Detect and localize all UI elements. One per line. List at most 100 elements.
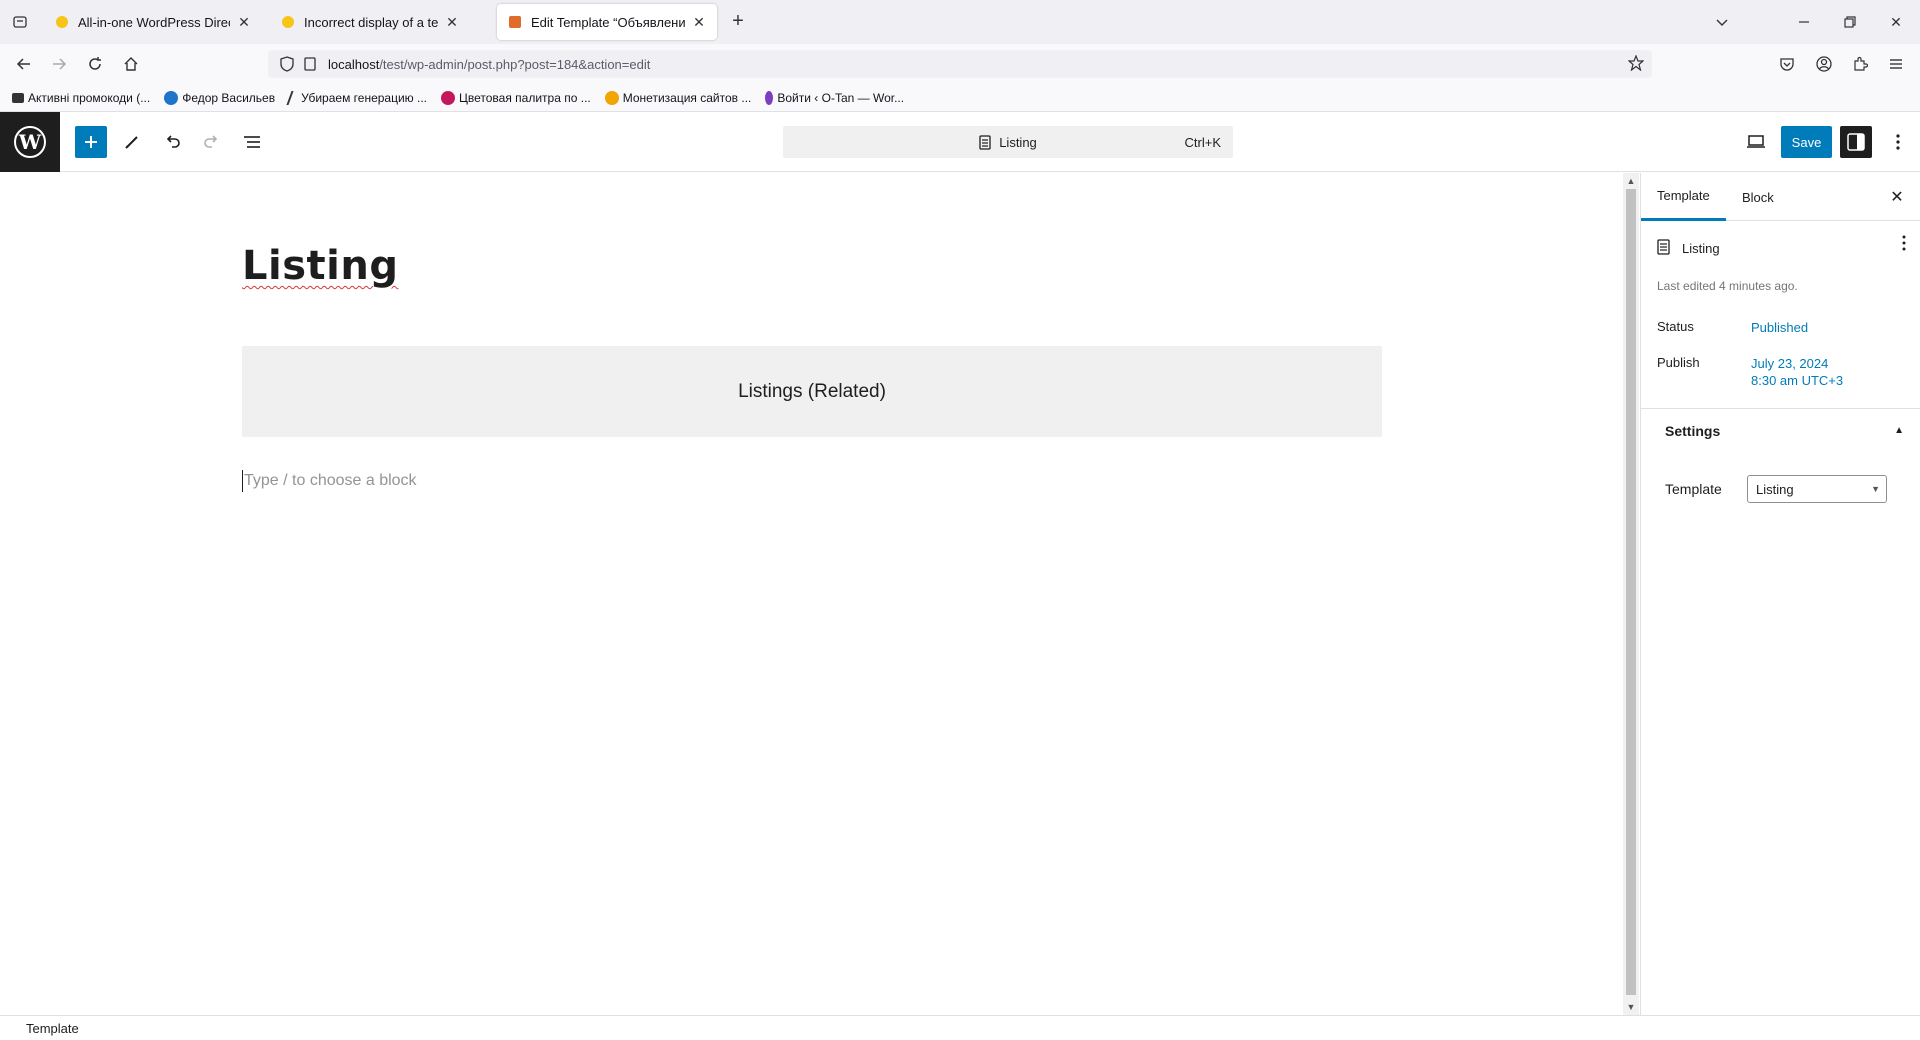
preview-device-icon[interactable] bbox=[1740, 126, 1772, 158]
template-name: Listing bbox=[1682, 241, 1720, 256]
panel-divider bbox=[1641, 408, 1920, 409]
back-icon[interactable] bbox=[12, 52, 36, 76]
template-page-icon bbox=[979, 134, 991, 150]
settings-panel-toggle[interactable]: Settings bbox=[1665, 423, 1720, 439]
block-breadcrumb: Template bbox=[0, 1015, 1920, 1040]
shield-icon[interactable] bbox=[280, 56, 294, 75]
bookmark-favicon-icon bbox=[604, 90, 619, 105]
pocket-icon[interactable] bbox=[1775, 52, 1799, 76]
bookmark-item[interactable]: Цветовая палитра по ... bbox=[441, 90, 591, 105]
url-path: /test/wp-admin/post.php?post=184&action=… bbox=[379, 56, 651, 72]
browser-tab[interactable]: Incorrect display of a template ✕ bbox=[270, 4, 470, 40]
sidebar-tabs: Template Block ✕ bbox=[1641, 173, 1920, 221]
block-appender-placeholder[interactable]: Type / to choose a block bbox=[242, 470, 417, 492]
bookmark-favicon-icon bbox=[164, 90, 179, 105]
scroll-down-icon[interactable]: ▼ bbox=[1623, 999, 1639, 1015]
save-button[interactable]: Save bbox=[1781, 126, 1832, 158]
bookmark-favicon-icon bbox=[441, 90, 455, 105]
tab-title: Edit Template “Объявление” ‹ t bbox=[531, 14, 685, 30]
publish-date: July 23, 2024 bbox=[1751, 356, 1829, 371]
home-icon[interactable] bbox=[119, 52, 143, 76]
document-overview-icon[interactable] bbox=[236, 126, 268, 158]
page-info-icon[interactable] bbox=[304, 57, 316, 74]
undo-icon[interactable] bbox=[156, 126, 188, 158]
edit-pencil-icon[interactable] bbox=[116, 126, 148, 158]
editor-header: W Listing Ctrl+K Save bbox=[0, 112, 1920, 172]
post-title-text: Listing bbox=[242, 243, 399, 289]
publish-label: Publish bbox=[1657, 355, 1700, 370]
status-value-link[interactable]: Published bbox=[1751, 319, 1808, 336]
close-window-icon[interactable]: ✕ bbox=[1884, 10, 1908, 34]
bookmark-label: Убираем генерацию ... bbox=[301, 90, 427, 105]
favicon-icon bbox=[507, 14, 523, 30]
tab-list-icon[interactable] bbox=[10, 12, 30, 32]
template-actions-more-icon[interactable] bbox=[1902, 235, 1906, 256]
settings-sidebar-toggle-icon[interactable] bbox=[1840, 126, 1872, 158]
template-select-label: Template bbox=[1665, 481, 1722, 497]
chevron-down-icon: ▼ bbox=[1871, 484, 1880, 494]
tab-block[interactable]: Block bbox=[1726, 173, 1790, 221]
tab-overflow-icon[interactable] bbox=[1710, 10, 1734, 34]
add-block-button[interactable] bbox=[75, 126, 107, 158]
menu-icon[interactable] bbox=[1884, 52, 1908, 76]
svg-text:W: W bbox=[18, 130, 42, 154]
close-tab-icon[interactable]: ✕ bbox=[444, 14, 460, 30]
options-more-icon[interactable] bbox=[1882, 126, 1914, 158]
bookmark-item[interactable]: Монетизация сайтов ... bbox=[604, 90, 751, 105]
bookmark-label: Войти ‹ O-Tan — Wor... bbox=[777, 90, 905, 105]
bookmark-favicon-icon bbox=[286, 90, 300, 105]
bookmark-item[interactable]: Войти ‹ O-Tan — Wor... bbox=[765, 90, 905, 105]
template-page-icon bbox=[1657, 239, 1670, 258]
favicon-icon bbox=[280, 14, 296, 30]
bookmark-star-icon[interactable] bbox=[1627, 54, 1645, 74]
command-center-label: Listing bbox=[999, 134, 1037, 150]
canvas-scrollbar[interactable]: ▲ ▼ bbox=[1623, 173, 1639, 1015]
close-icon[interactable]: ✕ bbox=[1885, 185, 1909, 209]
template-select-value: Listing bbox=[1756, 481, 1794, 497]
bookmark-label: Цветовая палитра по ... bbox=[459, 90, 591, 105]
bookmarks-bar: Активні промокоди (... Федор Васильев Уб… bbox=[0, 84, 1920, 112]
browser-tab[interactable]: All-in-one WordPress Directory ✕ bbox=[44, 4, 262, 40]
new-tab-icon[interactable]: + bbox=[728, 11, 748, 32]
reload-icon[interactable] bbox=[83, 52, 107, 76]
post-title[interactable]: Listing bbox=[242, 243, 398, 289]
wordpress-logo-icon[interactable]: W bbox=[0, 112, 60, 172]
browser-tab-active[interactable]: Edit Template “Объявление” ‹ t ✕ bbox=[497, 4, 717, 40]
last-edited-text: Last edited 4 minutes ago. bbox=[1657, 279, 1798, 293]
browser-tab-bar: All-in-one WordPress Directory ✕ Incorre… bbox=[0, 0, 1920, 44]
template-card-title: Listing bbox=[1657, 239, 1720, 258]
close-tab-icon[interactable]: ✕ bbox=[236, 14, 252, 30]
bookmark-item[interactable]: Федор Васильев bbox=[164, 90, 276, 105]
restore-icon[interactable] bbox=[1838, 10, 1862, 34]
close-tab-icon[interactable]: ✕ bbox=[691, 14, 707, 30]
publish-row: Publish July 23, 2024 8:30 am UTC+3 bbox=[1657, 355, 1843, 389]
address-bar[interactable]: localhost/test/wp-admin/post.php?post=18… bbox=[268, 50, 1652, 78]
breadcrumb-item[interactable]: Template bbox=[26, 1021, 79, 1036]
favicon-icon bbox=[54, 14, 70, 30]
tab-template[interactable]: Template bbox=[1641, 173, 1726, 221]
command-center[interactable]: Listing Ctrl+K bbox=[783, 126, 1233, 158]
redo-icon[interactable] bbox=[196, 126, 228, 158]
publish-date-link[interactable]: July 23, 2024 8:30 am UTC+3 bbox=[1751, 355, 1843, 389]
command-center-shortcut: Ctrl+K bbox=[1184, 135, 1221, 150]
tab-title: All-in-one WordPress Directory bbox=[78, 14, 230, 30]
listings-related-block[interactable]: Listings (Related) bbox=[242, 346, 1382, 437]
forward-icon[interactable] bbox=[47, 52, 71, 76]
bookmark-favicon-icon bbox=[12, 92, 24, 103]
account-icon[interactable] bbox=[1812, 52, 1836, 76]
bookmark-item[interactable]: Активні промокоди (... bbox=[12, 91, 150, 105]
bookmark-item[interactable]: Убираем генерацию ... bbox=[286, 90, 427, 105]
url-host: localhost bbox=[328, 56, 380, 72]
chevron-up-icon[interactable]: ▲ bbox=[1894, 425, 1904, 436]
bookmark-favicon-icon bbox=[765, 90, 774, 105]
scroll-up-icon[interactable]: ▲ bbox=[1623, 173, 1639, 189]
template-select[interactable]: Listing ▼ bbox=[1747, 475, 1887, 503]
extensions-icon[interactable] bbox=[1848, 52, 1872, 76]
editor-canvas[interactable]: Listing Listings (Related) Type / to cho… bbox=[0, 173, 1623, 1015]
status-row: Status Published bbox=[1657, 319, 1808, 336]
tab-title: Incorrect display of a template bbox=[304, 14, 438, 30]
minimize-icon[interactable] bbox=[1792, 10, 1816, 34]
scrollbar-thumb[interactable] bbox=[1626, 189, 1636, 995]
bookmark-label: Федор Васильев bbox=[182, 90, 276, 105]
publish-time: 8:30 am UTC+3 bbox=[1751, 373, 1844, 388]
